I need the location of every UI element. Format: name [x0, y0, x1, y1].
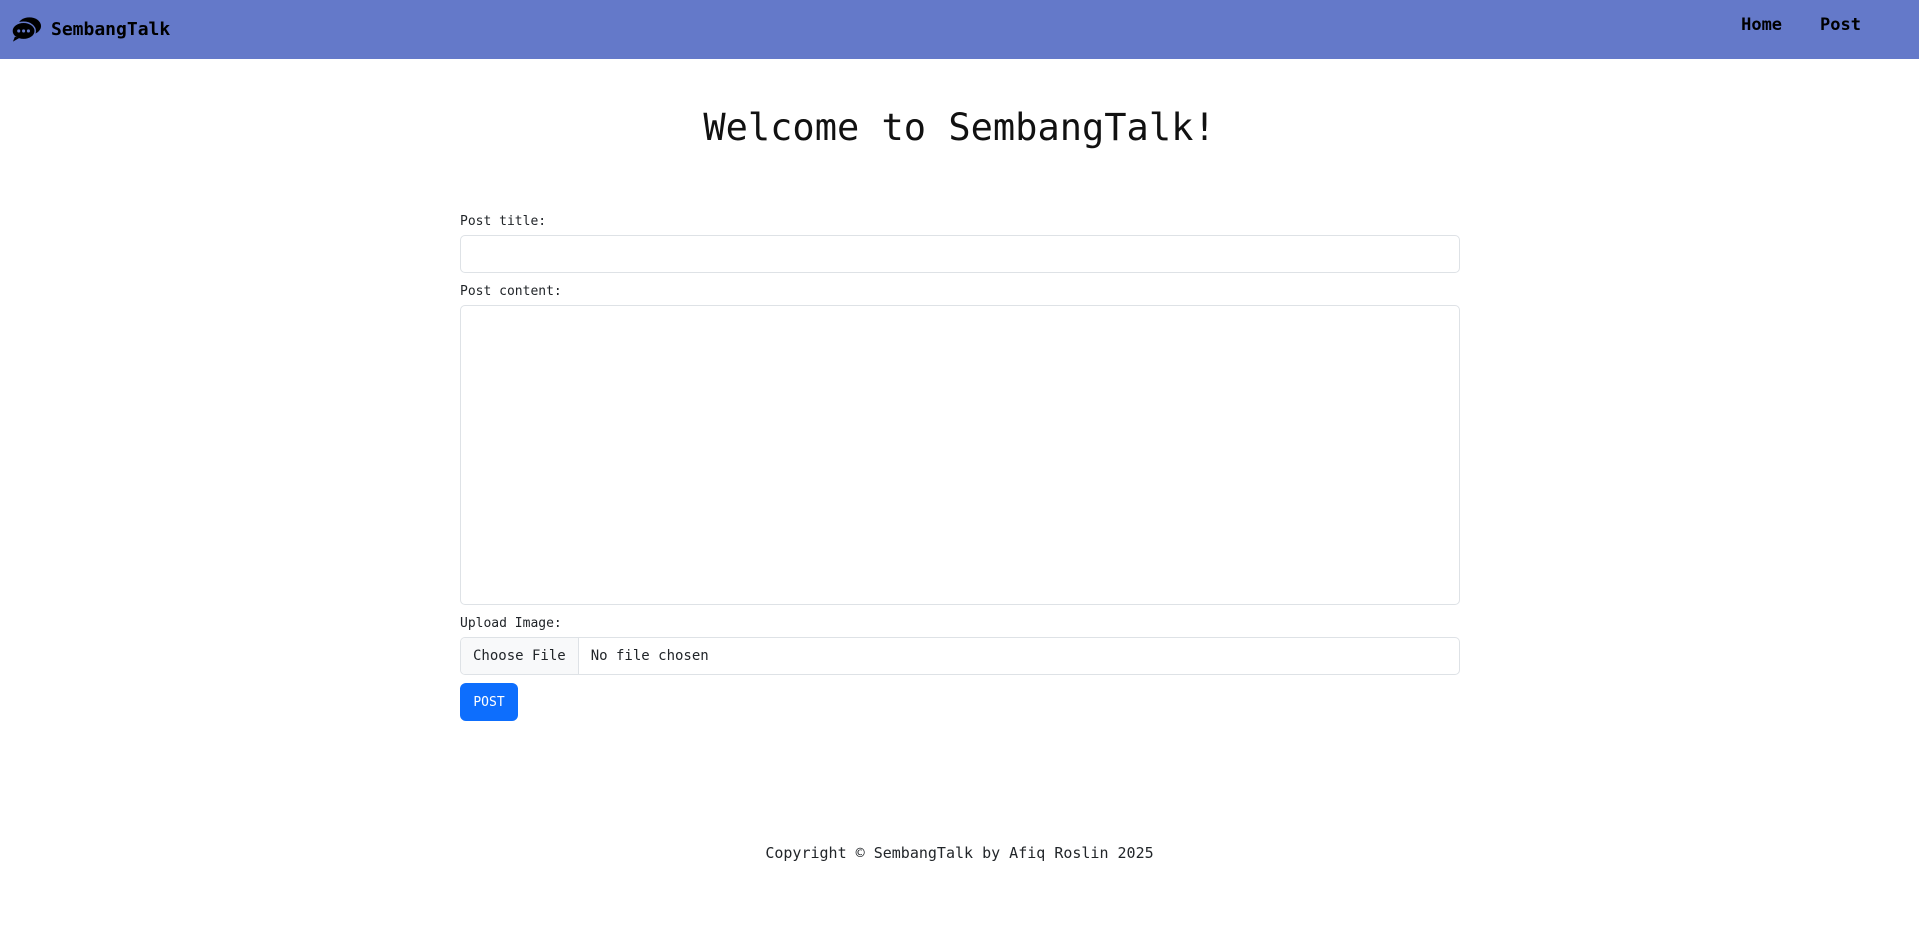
- nav-links: Home Post: [1741, 15, 1861, 35]
- brand-link[interactable]: SembangTalk: [11, 14, 170, 44]
- post-submit-button[interactable]: POST: [460, 683, 518, 721]
- brand-name: SembangTalk: [51, 18, 171, 40]
- nav-link-post[interactable]: Post: [1820, 15, 1861, 35]
- post-title-input[interactable]: [460, 235, 1460, 273]
- upload-image-label: Upload Image:: [460, 616, 562, 631]
- top-navbar: SembangTalk Home Post: [0, 0, 1919, 59]
- nav-link-home[interactable]: Home: [1741, 15, 1782, 35]
- post-title-label: Post title:: [460, 214, 547, 229]
- chat-bubbles-icon: [11, 17, 42, 42]
- choose-file-button[interactable]: Choose File: [461, 638, 579, 674]
- post-content-textarea[interactable]: [460, 305, 1460, 605]
- footer-copyright: Copyright © SembangTalk by Afiq Roslin 2…: [765, 844, 1154, 862]
- file-status-text: No file chosen: [590, 648, 709, 664]
- page-title: Welcome to SembangTalk!: [703, 106, 1216, 149]
- new-post-form: Post title: Post content: Upload Image: …: [460, 212, 1460, 721]
- post-content-label: Post content:: [460, 284, 562, 299]
- file-upload-input[interactable]: Choose File No file chosen: [460, 637, 1460, 675]
